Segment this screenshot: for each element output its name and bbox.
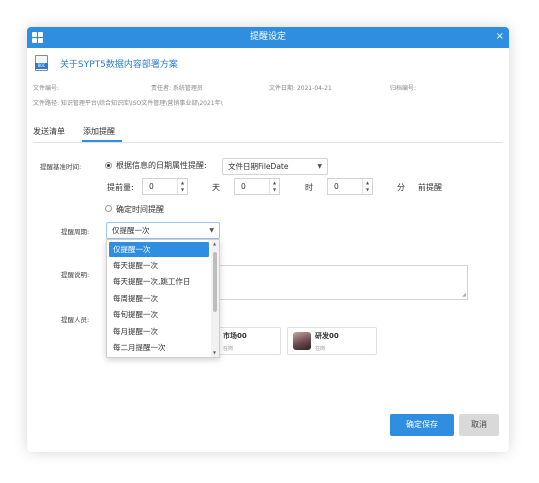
dialog-titlebar[interactable]: 提醒设定 ×: [27, 27, 509, 48]
cycle-option-daily[interactable]: 每天提醒一次: [109, 258, 209, 273]
days-input[interactable]: 0 ▲ ▼: [142, 178, 188, 195]
base-time-label: 提醒基准时间:: [40, 163, 82, 171]
cycle-dropdown-list[interactable]: 仅提醒一次 每天提醒一次 每天提醒一次,跳工作日 每周提醒一次 每旬提醒一次 每…: [106, 239, 220, 358]
meta-archive-no: 归档编号:: [390, 85, 417, 92]
tab-add-reminder[interactable]: 添加提醒: [83, 126, 115, 137]
resize-grip-icon[interactable]: ◢: [462, 293, 466, 298]
minutes-input-value: 0: [334, 182, 339, 191]
minutes-spinner[interactable]: ▲ ▼: [362, 179, 372, 194]
person-name: 市场00: [223, 332, 247, 340]
dropdown-scrollbar[interactable]: ▲ ▼: [211, 240, 219, 357]
cycle-option-weekly[interactable]: 每周提醒一次: [109, 291, 209, 306]
hours-unit: 时: [305, 183, 313, 192]
cycle-option-bimonthly[interactable]: 每二月提醒一次: [109, 340, 209, 355]
cycle-label: 提醒周期:: [61, 228, 90, 236]
advance-label: 提前量:: [107, 183, 134, 192]
cycle-option-monthly[interactable]: 每月提醒一次: [109, 324, 209, 339]
hours-spinner[interactable]: ▲ ▼: [269, 179, 279, 194]
dialog-title: 提醒设定: [249, 32, 286, 42]
document-title[interactable]: 关于SYPT5数据内容部署方案: [60, 57, 178, 70]
caret-down-icon: ▼: [317, 163, 322, 170]
date-attr-select[interactable]: 文件日期FileDate ▼: [222, 158, 328, 175]
cycle-option-ten-days[interactable]: 每旬提醒一次: [109, 307, 209, 322]
avatar: [293, 332, 311, 350]
hours-input-value: 0: [241, 182, 246, 191]
save-button[interactable]: 确定保存: [390, 414, 454, 436]
reminder-dialog: 提醒设定 × DOC 关于SYPT5数据内容部署方案 文件编号: 责任者: 系统…: [27, 27, 509, 452]
cancel-button[interactable]: 取消: [459, 414, 499, 436]
minutes-unit: 分: [397, 183, 405, 192]
scrollbar-thumb[interactable]: [213, 252, 217, 312]
note-label: 提醒说明:: [61, 271, 90, 279]
radio-date-attr-label[interactable]: 根据信息的日期属性提醒:: [116, 160, 207, 171]
person-status: 在岗: [315, 346, 326, 352]
person-card-rd[interactable]: 研发00 在岗: [287, 327, 377, 355]
days-unit: 天: [212, 183, 220, 192]
meta-date: 文件日期: 2021-04-21: [269, 85, 332, 92]
radio-fixed-time[interactable]: [105, 205, 112, 212]
minutes-input[interactable]: 0 ▲ ▼: [327, 178, 373, 195]
tab-send-list[interactable]: 发送清单: [33, 126, 65, 137]
radio-fixed-time-label[interactable]: 确定时间提醒: [116, 204, 164, 215]
scroll-down-icon[interactable]: ▼: [213, 351, 216, 355]
person-name: 研发00: [315, 332, 339, 340]
doc-file-icon: DOC: [35, 55, 48, 71]
doc-file-icon-label: DOC: [35, 63, 48, 69]
days-spinner[interactable]: ▲ ▼: [177, 179, 187, 194]
scroll-up-icon[interactable]: ▲: [213, 242, 216, 246]
hours-input[interactable]: 0 ▲ ▼: [234, 178, 280, 195]
caret-down-icon: ▼: [209, 227, 214, 234]
advance-suffix: 前提醒: [418, 183, 442, 192]
meta-file-path: 文件路径: 知识管理平台\综合知识库\ISO文件管理\营销事业部\2021年\: [33, 100, 223, 107]
meta-file-no: 文件编号:: [33, 85, 60, 92]
date-attr-select-value: 文件日期FileDate: [228, 162, 289, 171]
person-status: 在岗: [223, 346, 234, 352]
meta-owner: 责任者: 系统管理员: [151, 85, 203, 92]
cycle-select[interactable]: 仅提醒一次 ▼: [106, 222, 220, 239]
close-icon[interactable]: ×: [496, 30, 504, 44]
note-textarea[interactable]: ◢: [217, 265, 468, 300]
tab-divider: [33, 142, 503, 143]
days-input-value: 0: [149, 182, 154, 191]
people-label: 提醒人员:: [61, 316, 90, 324]
cycle-select-value: 仅提醒一次: [112, 226, 150, 235]
cycle-option-once[interactable]: 仅提醒一次: [109, 242, 209, 257]
radio-date-attr[interactable]: [105, 162, 112, 169]
cycle-option-daily-workday[interactable]: 每天提醒一次,跳工作日: [109, 274, 209, 289]
